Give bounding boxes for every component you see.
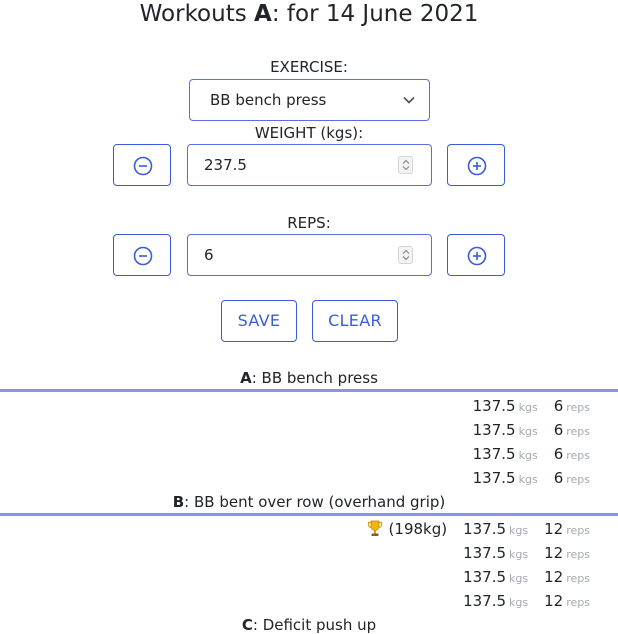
clear-button[interactable]: CLEAR <box>312 300 398 342</box>
set-weight: 137.5 <box>472 469 516 487</box>
reps-input[interactable]: 6 <box>187 234 432 276</box>
exercise-group-title: C: Deficit push up <box>0 615 618 634</box>
set-weight-unit: kgs <box>509 548 529 561</box>
page-title-suffix: : for 14 June 2021 <box>271 1 479 27</box>
weight-spinner[interactable] <box>398 156 413 174</box>
set-weight: 137.5 <box>472 397 516 415</box>
reps-decrement-button[interactable] <box>113 234 171 276</box>
exercise-group-title: A: BB bench press <box>0 368 618 388</box>
reps-spinner[interactable] <box>398 246 413 264</box>
set-weight-unit: kgs <box>509 524 529 537</box>
set-reps: 6 <box>553 469 564 487</box>
spinner-arrows-icon <box>402 249 410 261</box>
group-letter: A <box>240 369 252 387</box>
set-weight-unit: kgs <box>518 473 538 486</box>
group-name: : Deficit push up <box>252 616 377 634</box>
set-reps: 12 <box>544 568 564 586</box>
exercise-label: EXERCISE: <box>270 58 348 76</box>
set-weight: 137.5 <box>463 520 507 538</box>
set-weight: 137.5 <box>463 544 507 562</box>
weight-decrement-button[interactable] <box>113 144 171 186</box>
weight-input[interactable]: 237.5 <box>187 144 432 186</box>
reps-label: REPS: <box>287 214 331 232</box>
set-weight-unit: kgs <box>518 425 538 438</box>
reps-increment-button[interactable] <box>447 234 505 276</box>
page-title-prefix: Workouts <box>139 1 255 27</box>
set-reps: 12 <box>544 544 564 562</box>
set-reps: 6 <box>553 397 564 415</box>
weight-label: WEIGHT (kgs): <box>254 124 364 142</box>
set-weight: 137.5 <box>463 592 507 610</box>
group-divider <box>0 389 618 392</box>
set-weight-unit: kgs <box>518 401 538 414</box>
page-title-letter: A <box>254 1 272 27</box>
set-reps: 6 <box>553 445 564 463</box>
minus-circle-icon <box>133 156 153 176</box>
personal-best: (198kg) <box>388 520 448 538</box>
set-row: 137.5 kgs 12 reps <box>463 541 590 565</box>
exercise-group-title: B: BB bent over row (overhand grip) <box>0 492 618 512</box>
set-row: 137.5 kgs 6 reps <box>473 418 590 442</box>
trophy-icon <box>367 520 382 536</box>
set-weight: 137.5 <box>463 568 507 586</box>
set-reps: 12 <box>544 520 564 538</box>
group-name: : BB bench press <box>251 369 378 387</box>
set-reps-unit: reps <box>566 572 590 585</box>
set-reps: 12 <box>544 592 564 610</box>
set-row: 137.5 kgs 6 reps <box>473 442 590 466</box>
group-name: : BB bent over row (overhand grip) <box>184 493 446 511</box>
set-reps-unit: reps <box>566 548 590 561</box>
set-reps-unit: reps <box>566 524 590 537</box>
set-weight: 137.5 <box>472 445 516 463</box>
save-button[interactable]: SAVE <box>221 300 297 342</box>
reps-input-value: 6 <box>204 246 214 264</box>
set-row: (198kg) 137.5 kgs 12 reps <box>367 517 590 541</box>
set-weight-unit: kgs <box>509 572 529 585</box>
group-letter: B <box>172 493 185 511</box>
minus-circle-icon <box>133 246 153 266</box>
exercise-select-value: BB bench press <box>210 91 327 109</box>
set-reps-unit: reps <box>566 425 590 438</box>
set-row: 137.5 kgs 12 reps <box>463 589 590 613</box>
set-reps-unit: reps <box>566 596 590 609</box>
set-row: 137.5 kgs 6 reps <box>473 466 590 490</box>
set-reps-unit: reps <box>566 449 590 462</box>
chevron-down-icon <box>403 96 415 104</box>
plus-circle-icon <box>467 156 487 176</box>
set-row: 137.5 kgs 6 reps <box>473 394 590 418</box>
plus-circle-icon <box>467 246 487 266</box>
set-reps: 6 <box>553 421 564 439</box>
group-divider <box>0 513 618 516</box>
set-row: 137.5 kgs 12 reps <box>463 565 590 589</box>
set-weight-unit: kgs <box>518 449 538 462</box>
set-weight: 137.5 <box>472 421 516 439</box>
page-title: Workouts A: for 14 June 2021 <box>0 0 618 29</box>
group-letter: C <box>241 616 253 634</box>
spinner-arrows-icon <box>402 159 410 171</box>
exercise-select[interactable]: BB bench press <box>189 79 430 121</box>
set-weight-unit: kgs <box>509 596 529 609</box>
weight-increment-button[interactable] <box>447 144 505 186</box>
weight-input-value: 237.5 <box>204 156 247 174</box>
set-reps-unit: reps <box>566 473 590 486</box>
set-reps-unit: reps <box>566 401 590 414</box>
